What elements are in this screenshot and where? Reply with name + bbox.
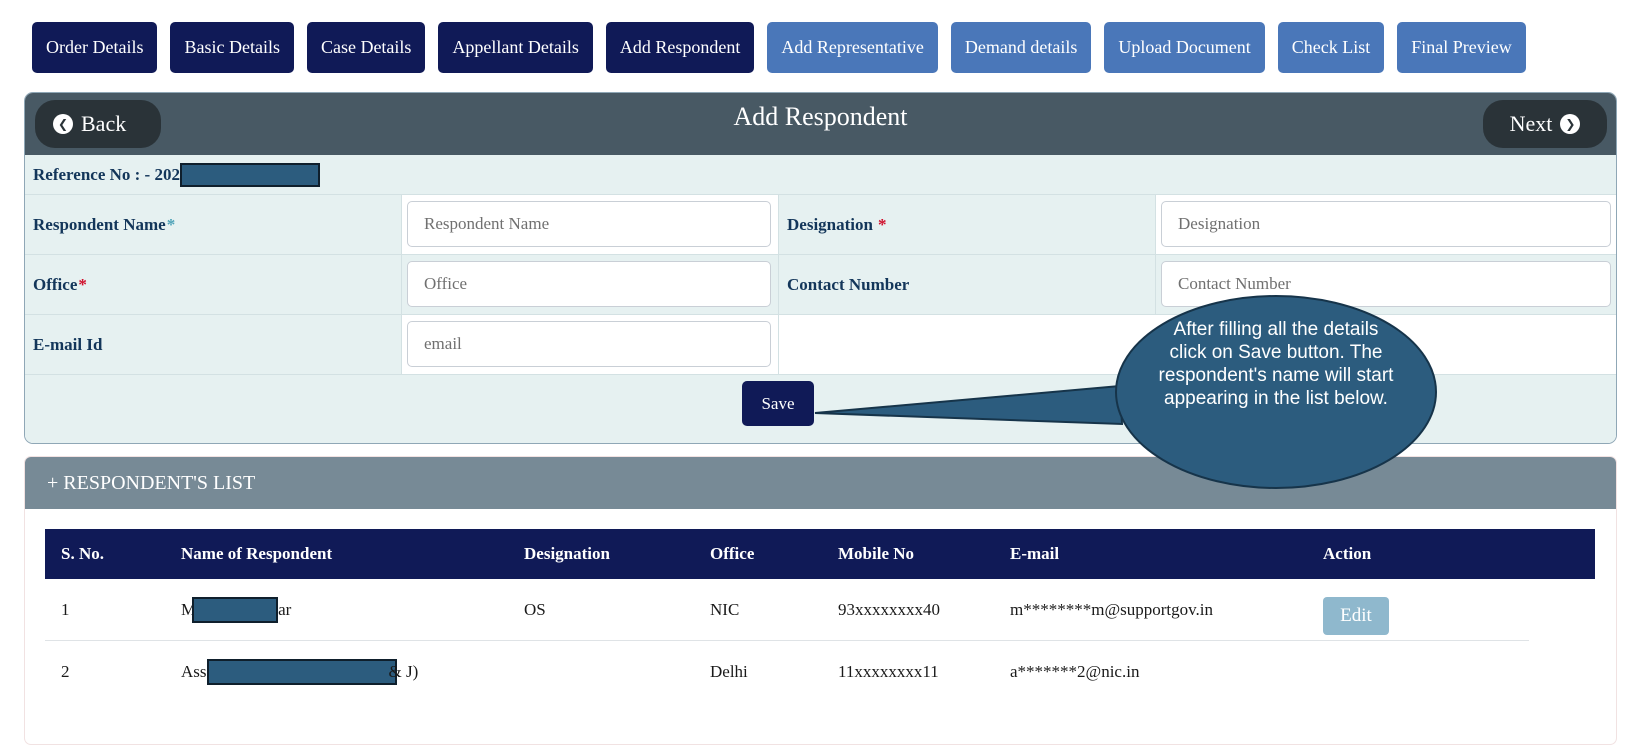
tab-upload-document[interactable]: Upload Document	[1104, 22, 1265, 73]
table-row: 2 Ass & J) Delhi 11xxxxxxxx11 a*******2@n…	[45, 641, 1595, 703]
cell-name: Mar	[181, 579, 291, 640]
cell-email: m********m@supportgov.in	[1010, 599, 1213, 619]
name-visible-end: ar	[278, 599, 292, 619]
contact-number-input[interactable]	[1161, 261, 1611, 307]
form-row-office-contact: Office* Contact Number	[25, 255, 1616, 315]
redacted-name	[192, 596, 279, 623]
contact-number-label: Contact Number	[779, 255, 1156, 314]
respondent-list-panel: + RESPONDENT'S LIST S. No. Name of Respo…	[24, 456, 1617, 745]
respondent-name-input[interactable]	[407, 201, 771, 247]
designation-input[interactable]	[1161, 201, 1611, 247]
email-label: E-mail Id	[25, 315, 402, 374]
edit-button[interactable]: Edit	[1323, 596, 1389, 635]
cell-sno: 1	[61, 599, 70, 619]
designation-label-text: Designation	[787, 214, 873, 234]
office-label-text: Office	[33, 274, 78, 294]
office-input[interactable]	[407, 261, 771, 307]
tab-final-preview[interactable]: Final Preview	[1397, 22, 1526, 73]
tab-check-list[interactable]: Check List	[1277, 22, 1385, 73]
col-header-name: Name of Respondent	[181, 544, 333, 563]
next-button[interactable]: Next ❯	[1483, 100, 1607, 148]
cell-action: Edit	[1323, 585, 1389, 646]
designation-cell	[1156, 195, 1616, 254]
contact-number-cell	[1156, 255, 1616, 314]
cell-office: NIC	[710, 599, 740, 619]
respondent-name-label: Respondent Name *	[25, 195, 402, 254]
cell-email: a*******2@nic.in	[1010, 662, 1140, 681]
save-button[interactable]: Save	[742, 381, 814, 426]
reference-label: Reference No : - 202	[33, 164, 180, 184]
tab-demand-details[interactable]: Demand details	[950, 22, 1092, 73]
cell-name: Ass & J)	[181, 641, 418, 703]
tab-order-details[interactable]: Order Details	[32, 22, 158, 73]
required-marker: *	[78, 274, 87, 294]
step-tabs: Order Details Basic Details Case Details…	[32, 22, 1526, 73]
table-header: S. No. Name of Respondent Designation Of…	[45, 529, 1595, 579]
col-header-sno: S. No.	[61, 544, 104, 563]
next-label: Next	[1509, 111, 1553, 136]
form-row-name-designation: Respondent Name* Designation*	[25, 195, 1616, 255]
respondent-list-toggle[interactable]: + RESPONDENT'S LIST	[25, 457, 1616, 509]
required-marker: *	[877, 214, 887, 234]
reference-number-row: Reference No : - 202	[25, 155, 1616, 195]
col-header-office: Office	[710, 544, 755, 563]
email-cell	[402, 315, 779, 374]
cell-designation: OS	[524, 599, 546, 619]
arrow-circle-right-icon: ❯	[1560, 114, 1581, 134]
cell-mobile: 93xxxxxxxx40	[838, 599, 940, 619]
redacted-reference	[179, 162, 320, 187]
tab-add-respondent[interactable]: Add Respondent	[605, 22, 755, 73]
name-visible-start: Ass	[181, 662, 207, 681]
page-title: Add Respondent	[733, 102, 908, 131]
office-cell	[402, 255, 779, 314]
col-header-email: E-mail	[1010, 544, 1060, 563]
tab-appellant-details[interactable]: Appellant Details	[438, 22, 593, 73]
cell-office: Delhi	[710, 662, 748, 681]
required-marker: *	[166, 214, 176, 234]
tab-case-details[interactable]: Case Details	[306, 22, 426, 73]
col-header-action: Action	[1323, 544, 1372, 563]
designation-label: Designation *	[779, 195, 1156, 254]
col-header-mobile: Mobile No	[838, 544, 915, 563]
respondent-table: S. No. Name of Respondent Designation Of…	[45, 529, 1595, 703]
respondent-name-label-text: Respondent Name	[33, 214, 166, 234]
office-label: Office *	[25, 255, 402, 314]
callout-text: After filling all the details click on S…	[1158, 319, 1394, 409]
col-header-designation: Designation	[524, 544, 610, 563]
tab-add-representative[interactable]: Add Representative	[767, 22, 938, 73]
cell-sno: 2	[61, 662, 70, 681]
name-visible-end: & J)	[388, 662, 419, 681]
tab-basic-details[interactable]: Basic Details	[170, 22, 294, 73]
cell-mobile: 11xxxxxxxx11	[838, 662, 939, 681]
redacted-name	[206, 659, 397, 685]
table-row: 1 Mar OS NIC 93xxxxxxxx40 m********m@sup…	[45, 579, 1529, 641]
respondent-name-cell	[402, 195, 779, 254]
email-input[interactable]	[407, 321, 771, 367]
panel-header: ❮ Back Add Respondent Next ❯	[25, 93, 1616, 155]
